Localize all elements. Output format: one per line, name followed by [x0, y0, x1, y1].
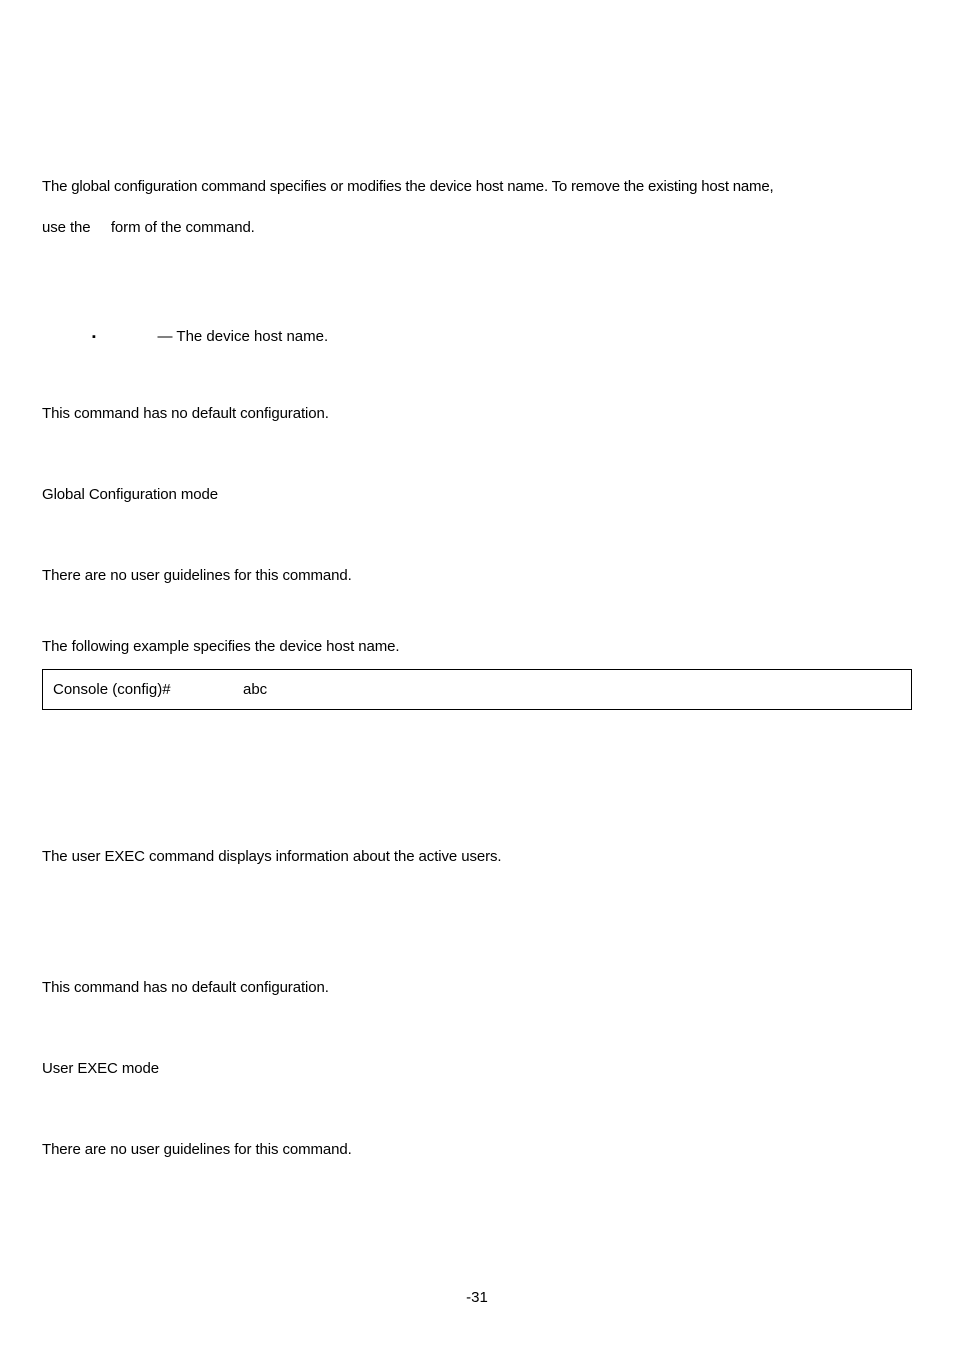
user-guidelines-2: There are no user guidelines for this co… [42, 1139, 912, 1160]
parameter-desc: — The device host name. [153, 328, 328, 345]
hostname-desc-line2: use the form of the command. [42, 217, 912, 238]
page-content: The global configuration command specifi… [0, 0, 954, 1160]
parameter-list: — The device host name. [42, 326, 912, 347]
command-mode-2: User EXEC mode [42, 1058, 912, 1079]
showusers-desc: The user EXEC command displays informati… [42, 846, 912, 867]
hostname-desc-line1: The global configuration command specifi… [42, 176, 912, 197]
text-span: form of the command. [111, 219, 255, 236]
parameter-item-name: — The device host name. [92, 326, 912, 347]
user-guidelines-1: There are no user guidelines for this co… [42, 565, 912, 586]
page-footer: -31 [0, 1289, 954, 1306]
page-number: -31 [466, 1289, 488, 1306]
text-span: use the [42, 219, 91, 236]
command-mode-1: Global Configuration mode [42, 484, 912, 505]
console-prompt: Console (config)# [53, 682, 243, 697]
console-arg: abc [243, 681, 267, 698]
default-config-1: This command has no default configuratio… [42, 403, 912, 424]
example-intro-1: The following example specifies the devi… [42, 636, 912, 657]
default-config-2: This command has no default configuratio… [42, 977, 912, 998]
example-code-box: Console (config)#abc [42, 669, 912, 710]
